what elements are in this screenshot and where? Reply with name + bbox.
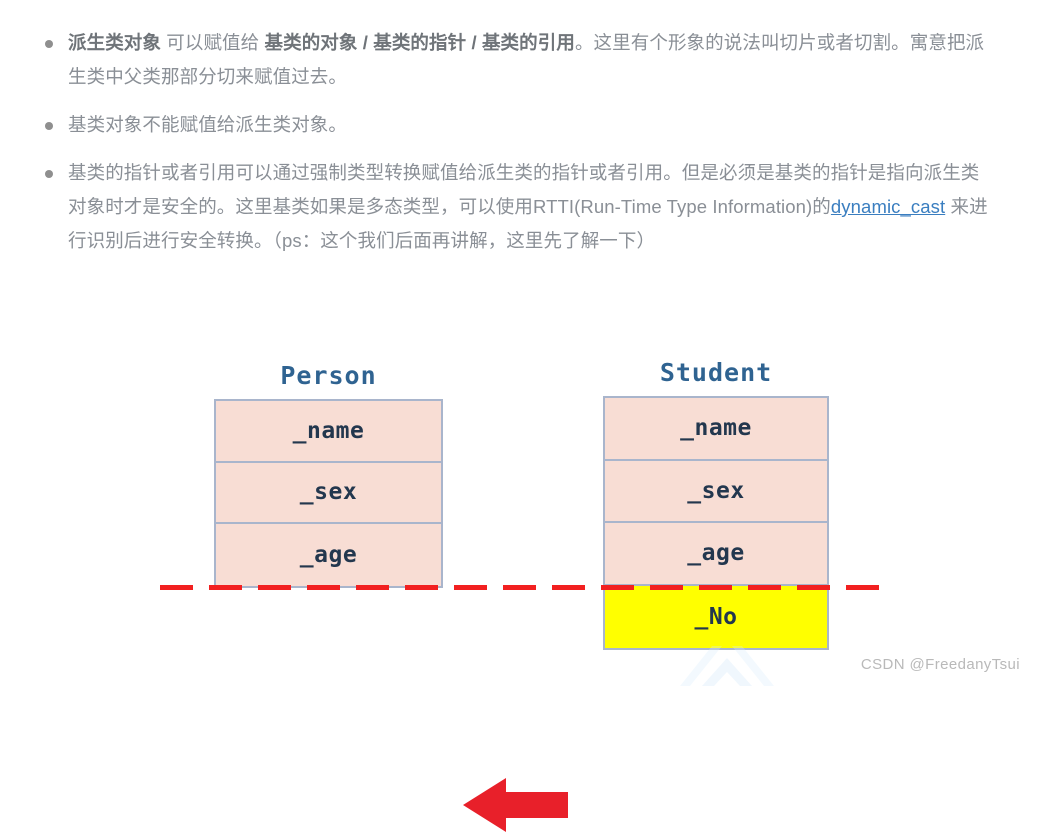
bullet-dot-icon (45, 170, 53, 178)
field-row: _age (216, 524, 441, 586)
field-label: _name (292, 417, 365, 444)
field-label: _age (687, 540, 745, 567)
list-item: 派生类对象 可以赋值给 基类的对象 / 基类的指针 / 基类的引用。这里有个形象… (0, 26, 1042, 94)
bullet-dot-icon (45, 122, 53, 130)
class-slicing-diagram: Person _name _sex _age Student _name _sex _a… (0, 300, 1042, 832)
field-row: _age (605, 523, 827, 586)
bullet-strong-text: 派生类对象 (68, 32, 162, 53)
field-label: _sex (299, 479, 358, 506)
bullet-strong-text: 基类的对象 / 基类的指针 / 基类的引用 (264, 32, 575, 53)
field-row: _name (605, 398, 827, 461)
field-label: _age (299, 542, 358, 569)
assignment-arrow-icon (463, 778, 568, 832)
field-label: _name (680, 415, 752, 442)
slicing-dashed-line (160, 585, 895, 590)
list-item: 基类对象不能赋值给派生类对象。 (0, 108, 1042, 142)
bullet-text-2: 基类对象不能赋值给派生类对象。 (68, 108, 996, 142)
student-class-title: Student (659, 358, 773, 387)
field-label: _No (694, 603, 738, 630)
dynamic-cast-link[interactable]: dynamic_cast (831, 196, 945, 217)
list-item: 基类的指针或者引用可以通过强制类型转换赋值给派生类的指针或者引用。但是必须是基类… (0, 156, 1042, 258)
bullet-plain-text: 基类对象不能赋值给派生类对象。 (68, 114, 348, 135)
person-class-box: _name _sex _age (214, 399, 443, 588)
bullet-dot-icon (45, 40, 53, 48)
bullet-plain-text: 可以赋值给 (161, 32, 265, 53)
author-credit-watermark: CSDN @FreedanyTsui (860, 656, 1020, 673)
notes-list: 派生类对象 可以赋值给 基类的对象 / 基类的指针 / 基类的引用。这里有个形象… (0, 0, 1042, 272)
bullet-text-1: 派生类对象 可以赋值给 基类的对象 / 基类的指针 / 基类的引用。这里有个形象… (68, 26, 996, 94)
field-row: _sex (216, 462, 441, 525)
person-class-title: Person (280, 361, 377, 390)
bullet-text-3: 基类的指针或者引用可以通过强制类型转换赋值给派生类的指针或者引用。但是必须是基类… (68, 156, 996, 258)
site-watermark-logo (680, 646, 774, 686)
field-label: _sex (687, 477, 745, 504)
field-row: _sex (605, 460, 827, 523)
field-row: _name (216, 401, 441, 463)
student-class-box: _name _sex _age _No (603, 396, 829, 650)
